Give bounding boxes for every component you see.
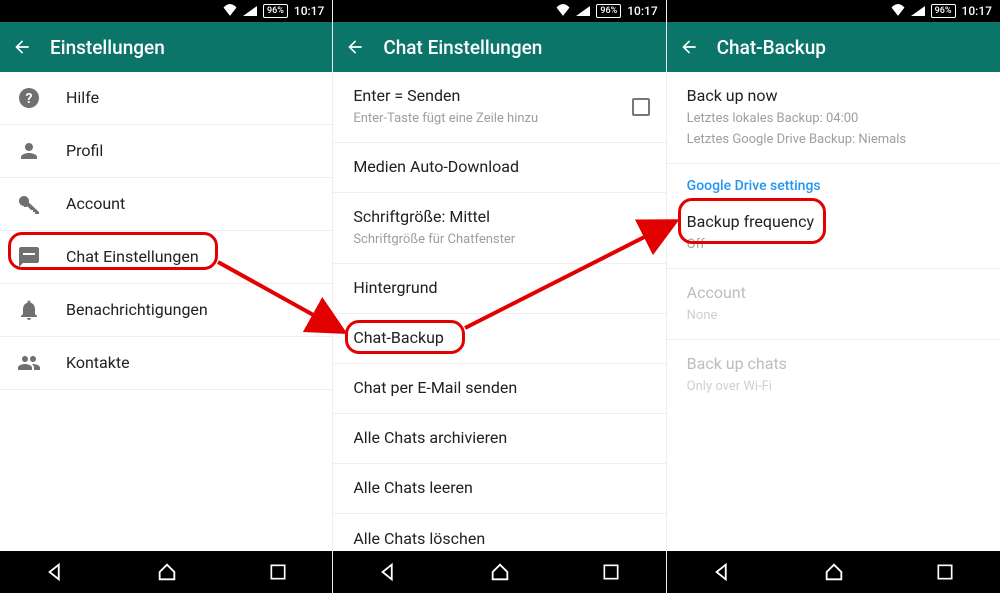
row-label: Profil bbox=[66, 141, 103, 160]
bell-icon bbox=[16, 298, 42, 322]
key-icon bbox=[16, 192, 42, 216]
nav-recent-icon[interactable] bbox=[601, 562, 621, 582]
row-label: Back up chats bbox=[687, 354, 787, 373]
row-label: Back up now bbox=[687, 86, 778, 105]
nav-back-icon[interactable] bbox=[45, 561, 67, 583]
nav-bar bbox=[667, 551, 1000, 593]
screen-settings: 96% 10:17 Einstellungen ? Hilfe Profil A… bbox=[0, 0, 333, 593]
signal-icon bbox=[576, 6, 590, 16]
row-label: Chat-Backup bbox=[353, 328, 444, 347]
nav-home-icon[interactable] bbox=[823, 561, 845, 583]
row-backup-now[interactable]: Back up now Letztes lokales Backup: 04:00… bbox=[667, 72, 1000, 164]
status-time: 10:17 bbox=[627, 4, 657, 18]
appbar-title: Chat Einstellungen bbox=[383, 36, 542, 59]
chat-settings-list: Enter = Senden Enter-Taste fügt eine Zeil… bbox=[333, 72, 665, 551]
row-clear-all[interactable]: Alle Chats leeren bbox=[333, 464, 665, 514]
row-wallpaper[interactable]: Hintergrund bbox=[333, 264, 665, 314]
status-time: 10:17 bbox=[962, 4, 992, 18]
row-label: Alle Chats löschen bbox=[353, 529, 485, 548]
people-icon bbox=[16, 351, 42, 375]
row-label: Schriftgröße: Mittel bbox=[353, 207, 490, 226]
signal-icon bbox=[243, 6, 257, 16]
row-help[interactable]: ? Hilfe bbox=[0, 72, 332, 125]
battery-badge: 96% bbox=[931, 4, 956, 18]
row-label: Account bbox=[687, 283, 746, 302]
row-email-chat[interactable]: Chat per E-Mail senden bbox=[333, 364, 665, 414]
chat-icon bbox=[16, 245, 42, 269]
row-profile[interactable]: Profil bbox=[0, 125, 332, 178]
checkbox[interactable] bbox=[632, 98, 650, 116]
wifi-icon bbox=[223, 4, 237, 18]
row-label: Benachrichtigungen bbox=[66, 300, 208, 319]
row-sub: Enter-Taste fügt eine Zeile hinzu bbox=[353, 111, 538, 126]
screen-chat-backup: 96% 10:17 Chat-Backup Back up now Letztes… bbox=[667, 0, 1000, 593]
row-account[interactable]: Account bbox=[0, 178, 332, 231]
row-label: Hilfe bbox=[66, 88, 99, 107]
row-backup-frequency[interactable]: Backup frequency Off bbox=[667, 198, 1000, 269]
row-label: Medien Auto-Download bbox=[353, 157, 519, 176]
appbar: Chat-Backup bbox=[667, 22, 1000, 72]
row-archive-all[interactable]: Alle Chats archivieren bbox=[333, 414, 665, 464]
signal-icon bbox=[911, 6, 925, 16]
row-font-size[interactable]: Schriftgröße: Mittel Schriftgröße für Cha… bbox=[333, 193, 665, 264]
backup-list: Back up now Letztes lokales Backup: 04:00… bbox=[667, 72, 1000, 551]
screen-chat-settings: 96% 10:17 Chat Einstellungen Enter = Sen… bbox=[333, 0, 666, 593]
back-button[interactable] bbox=[12, 37, 32, 57]
nav-recent-icon[interactable] bbox=[935, 562, 955, 582]
row-sub: Letztes lokales Backup: 04:00 Letztes Go… bbox=[687, 111, 906, 147]
row-label: Enter = Senden bbox=[353, 86, 460, 105]
row-label: Alle Chats archivieren bbox=[353, 428, 507, 447]
status-bar: 96% 10:17 bbox=[333, 0, 665, 22]
back-button[interactable] bbox=[345, 37, 365, 57]
row-chat-backup[interactable]: Chat-Backup bbox=[333, 314, 665, 364]
svg-text:?: ? bbox=[26, 91, 33, 107]
row-contacts[interactable]: Kontakte bbox=[0, 337, 332, 390]
wifi-icon bbox=[891, 4, 905, 18]
appbar: Chat Einstellungen bbox=[333, 22, 665, 72]
nav-bar bbox=[333, 551, 665, 593]
nav-home-icon[interactable] bbox=[156, 561, 178, 583]
row-notifications[interactable]: Benachrichtigungen bbox=[0, 284, 332, 337]
battery-badge: 96% bbox=[263, 4, 288, 18]
settings-list: ? Hilfe Profil Account Chat Einstellunge… bbox=[0, 72, 332, 551]
appbar-title: Einstellungen bbox=[50, 36, 165, 59]
section-header-gdrive: Google Drive settings bbox=[667, 164, 1000, 198]
appbar-title: Chat-Backup bbox=[717, 36, 826, 59]
row-backup-account: Account None bbox=[667, 269, 1000, 340]
row-sub: None bbox=[687, 308, 718, 323]
help-icon: ? bbox=[16, 86, 42, 110]
row-sub: Only over Wi-Fi bbox=[687, 379, 772, 394]
nav-back-icon[interactable] bbox=[712, 561, 734, 583]
row-sub: Off bbox=[687, 237, 705, 252]
status-bar: 96% 10:17 bbox=[0, 0, 332, 22]
appbar: Einstellungen bbox=[0, 22, 332, 72]
row-label: Alle Chats leeren bbox=[353, 478, 473, 497]
row-delete-all[interactable]: Alle Chats löschen bbox=[333, 514, 665, 551]
row-backup-over: Back up chats Only over Wi-Fi bbox=[667, 340, 1000, 410]
row-label: Chat Einstellungen bbox=[66, 247, 199, 266]
nav-bar bbox=[0, 551, 332, 593]
wifi-icon bbox=[556, 4, 570, 18]
nav-home-icon[interactable] bbox=[489, 561, 511, 583]
row-label: Backup frequency bbox=[687, 212, 814, 231]
nav-recent-icon[interactable] bbox=[268, 562, 288, 582]
nav-back-icon[interactable] bbox=[378, 561, 400, 583]
person-icon bbox=[16, 139, 42, 163]
row-sub: Schriftgröße für Chatfenster bbox=[353, 232, 515, 247]
back-button[interactable] bbox=[679, 37, 699, 57]
row-chat-settings[interactable]: Chat Einstellungen bbox=[0, 231, 332, 284]
row-enter-send[interactable]: Enter = Senden Enter-Taste fügt eine Zeil… bbox=[333, 72, 665, 143]
battery-badge: 96% bbox=[596, 4, 621, 18]
status-time: 10:17 bbox=[294, 4, 324, 18]
row-label: Hintergrund bbox=[353, 278, 437, 297]
status-bar: 96% 10:17 bbox=[667, 0, 1000, 22]
row-label: Kontakte bbox=[66, 353, 130, 372]
row-media-autodownload[interactable]: Medien Auto-Download bbox=[333, 143, 665, 193]
row-label: Chat per E-Mail senden bbox=[353, 378, 517, 397]
row-label: Account bbox=[66, 194, 125, 213]
